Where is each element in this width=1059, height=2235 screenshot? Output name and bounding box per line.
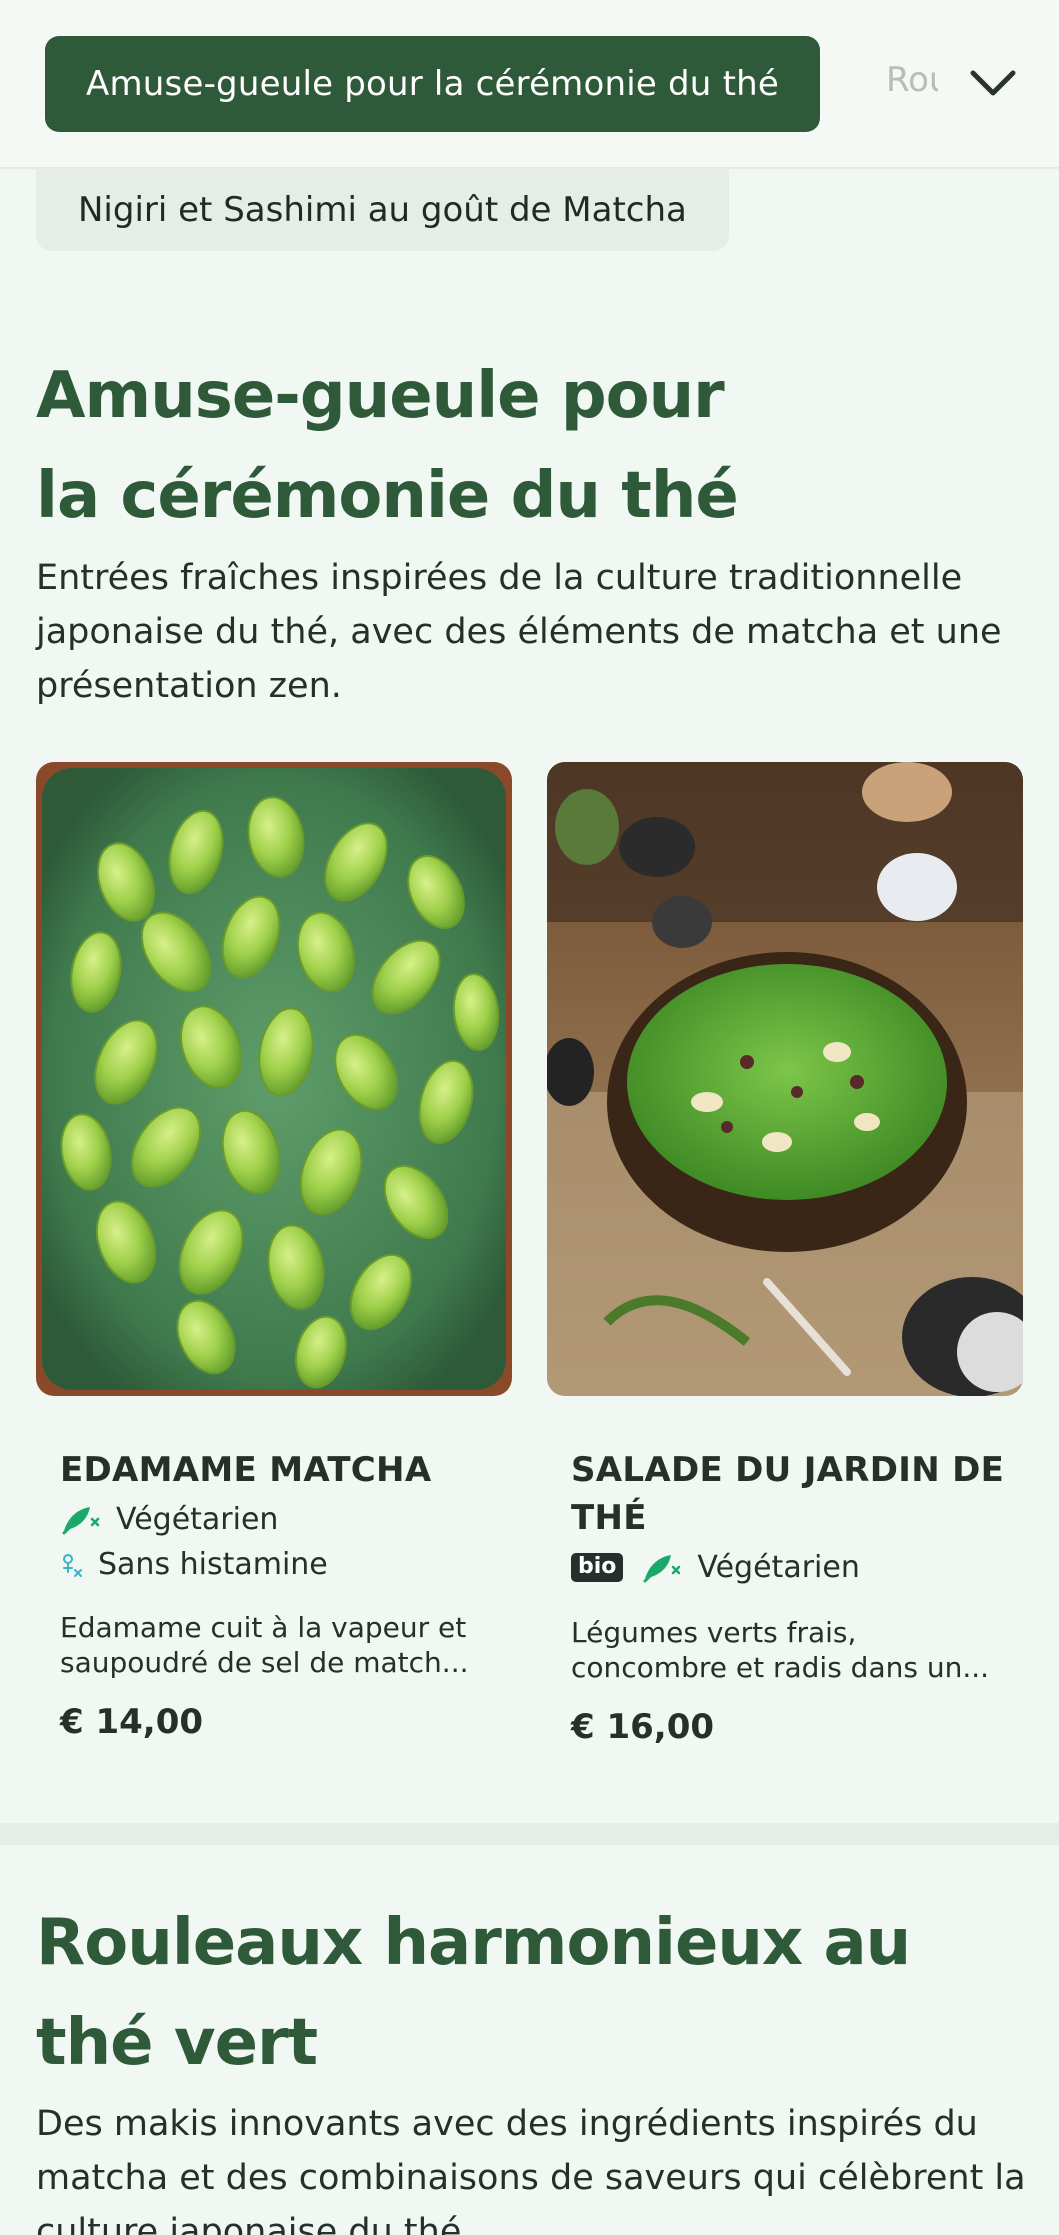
dish-price: € 16,00: [571, 1707, 715, 1747]
dish-photo-salad: [547, 762, 1023, 1396]
dish-description: Légumes verts frais, concombre et radis …: [571, 1616, 990, 1684]
menu-page: Amuse-gueule pour la cérémonie du thé Ro…: [0, 0, 1059, 2235]
dish-price: € 14,00: [60, 1702, 204, 1742]
dietary-tag: Sans histamine: [60, 1547, 512, 1582]
section-title: Amuse-gueule pour la cérémonie du thé: [36, 359, 739, 533]
category-dropdown-toggle[interactable]: [958, 48, 1028, 118]
dish-description: Edamame cuit à la vapeur et saupoudré de…: [60, 1611, 469, 1679]
dish-name: SALADE DU JARDIN DE THÉ: [571, 1450, 1005, 1538]
dietary-tag-label: Végétarien: [697, 1550, 860, 1585]
organic-badge: bio: [571, 1553, 624, 1582]
dietary-tag-label: Végétarien: [116, 1502, 279, 1537]
dietary-tags: bio Végétarien: [571, 1550, 1023, 1585]
category-nav: Amuse-gueule pour la cérémonie du thé Ro…: [0, 0, 1059, 169]
category-tab-label: Nigiri et Sashimi au goût de Matcha: [78, 190, 687, 230]
vegetarian-icon: [641, 1551, 683, 1585]
dish-name: EDAMAME MATCHA: [60, 1450, 432, 1490]
section-description: Entrées fraîches inspirées de la culture…: [36, 558, 1002, 706]
section-divider: [0, 1823, 1059, 1845]
vegetarian-icon: [60, 1503, 102, 1537]
category-tab-next[interactable]: Rouleaux harmonieux au thé vert: [886, 60, 938, 100]
histamine-free-icon: [60, 1550, 84, 1580]
section-title: Rouleaux harmonieux au thé vert: [36, 1906, 911, 2080]
menu-item-card[interactable]: EDAMAME MATCHA Végétarien Sans histamine: [36, 762, 512, 1742]
dietary-tag: Végétarien: [60, 1502, 512, 1537]
menu-item-card[interactable]: SALADE DU JARDIN DE THÉ bio Végétarien L…: [547, 762, 1023, 1747]
dish-photo-edamame: [36, 762, 512, 1396]
chevron-down-icon: [970, 70, 1016, 96]
category-tab-active[interactable]: Amuse-gueule pour la cérémonie du thé: [45, 36, 820, 132]
section-description: Des makis innovants avec des ingrédients…: [36, 2104, 1026, 2235]
dietary-tag-label: Sans histamine: [98, 1547, 328, 1582]
